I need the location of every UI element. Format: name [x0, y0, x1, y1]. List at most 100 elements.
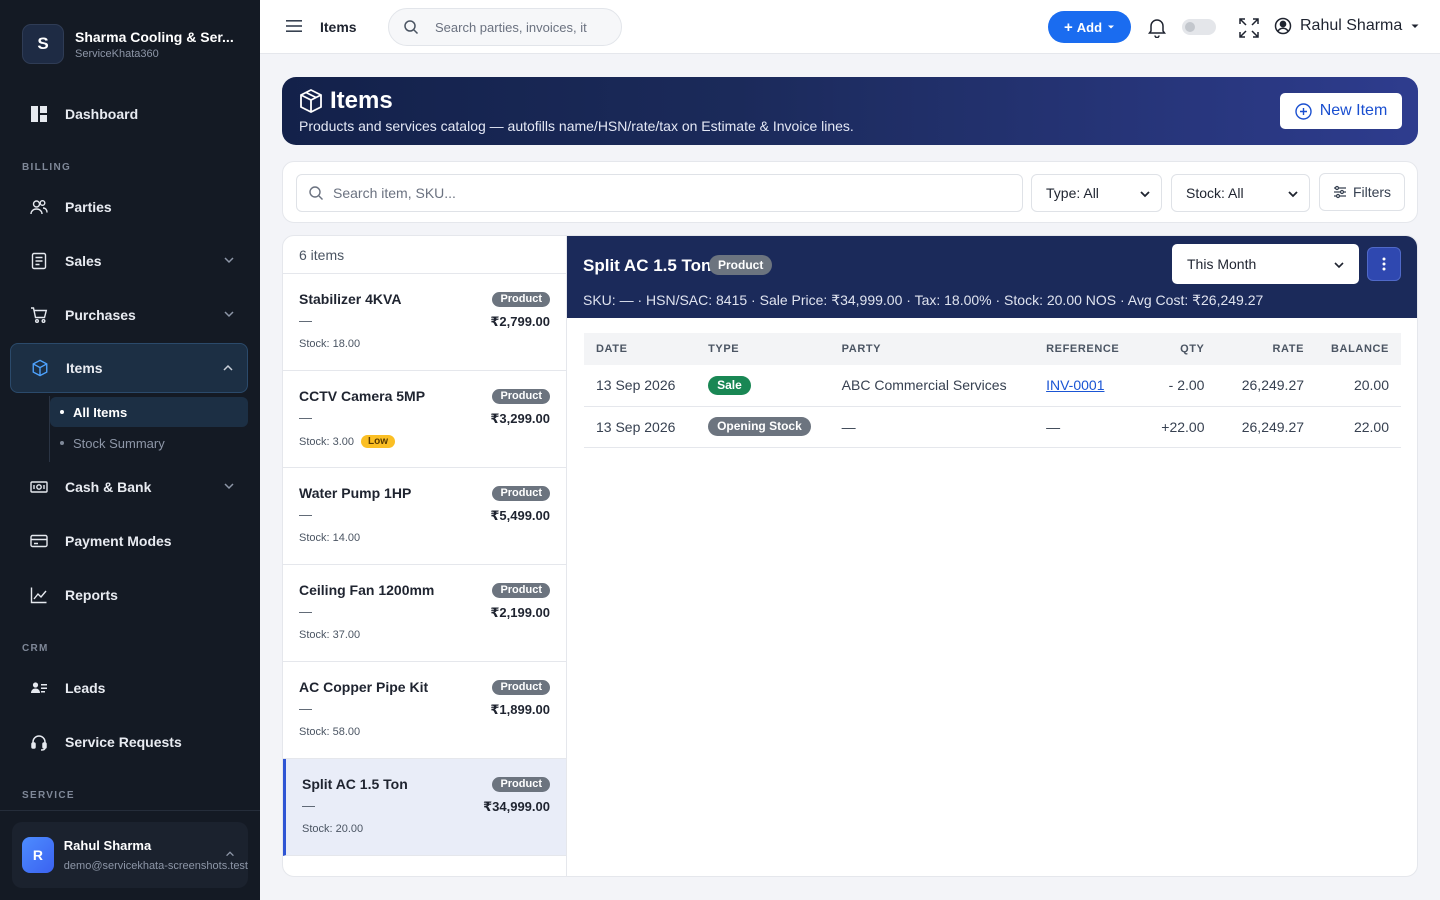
item-stock: Stock: 58.00: [299, 726, 360, 738]
cell-reference: INV-0001: [1034, 365, 1140, 407]
sidebar-item-label: Reports: [65, 587, 118, 603]
caret-down-icon: [1108, 25, 1115, 29]
item-stock: Stock: 3.00 Low: [299, 435, 396, 448]
period-select[interactable]: This Month: [1172, 244, 1359, 284]
stock-filter-select[interactable]: Stock: All: [1171, 174, 1310, 212]
add-button[interactable]: + Add: [1048, 11, 1131, 43]
item-stock-text: Stock: 58.00: [299, 726, 361, 738]
list-item[interactable]: Stabilizer 4KVA Product — ₹2,799.00 Stoc…: [283, 274, 566, 371]
item-stock-text: Stock: 18.00: [299, 338, 361, 350]
item-stock-text: Stock: 20.00: [302, 823, 364, 835]
sidebar-subitem-stock-summary[interactable]: Stock Summary: [50, 428, 248, 458]
fullscreen-icon[interactable]: [1238, 17, 1260, 39]
sidebar-item-reports[interactable]: Reports: [10, 572, 248, 618]
bell-icon[interactable]: [1147, 17, 1167, 38]
new-item-button[interactable]: New Item: [1280, 93, 1402, 129]
more-actions-button[interactable]: [1367, 247, 1401, 281]
item-detail-type-badge: Product: [709, 255, 773, 275]
item-type-badge: Product: [492, 292, 550, 307]
cell-qty: +22.00: [1139, 406, 1217, 448]
reference-link[interactable]: INV-0001: [1046, 377, 1104, 393]
period-select-value: This Month: [1187, 256, 1257, 272]
chevron-up-icon: [226, 851, 234, 857]
bullet-icon: [60, 441, 64, 445]
cell-date: 13 Sep 2026: [584, 406, 697, 448]
caret-down-icon: [1411, 24, 1419, 28]
low-stock-badge: Low: [361, 435, 396, 448]
item-count: 6 items: [283, 236, 566, 274]
user-circle-icon: [1274, 17, 1292, 35]
item-type-badge: Product: [492, 680, 550, 695]
cell-rate: 26,249.27: [1216, 365, 1317, 407]
list-item[interactable]: AC Copper Pipe Kit Product — ₹1,899.00 S…: [283, 662, 566, 759]
table-header-row: DATE TYPE PARTY REFERENCE QTY RATE BALAN…: [584, 333, 1401, 365]
column-header: RATE: [1216, 333, 1317, 365]
cart-icon: [30, 306, 48, 324]
chevron-down-icon: [224, 483, 234, 490]
sidebar-item-parties[interactable]: Parties: [10, 184, 248, 230]
plus-icon: +: [1063, 18, 1073, 36]
sidebar-item-leads[interactable]: Leads: [10, 665, 248, 711]
item-type-badge: Product: [492, 777, 550, 792]
page-title: Items: [320, 19, 357, 35]
list-item[interactable]: Water Pump 1HP Product — ₹5,499.00 Stock…: [283, 468, 566, 565]
avatar: R: [22, 837, 54, 873]
chevron-down-icon: [1288, 191, 1298, 198]
item-sku: —: [299, 410, 312, 425]
sidebar-item-label: Payment Modes: [65, 533, 172, 549]
sidebar-item-cash-bank[interactable]: Cash & Bank: [10, 464, 248, 510]
hamburger-menu-icon[interactable]: [286, 19, 302, 33]
chevron-down-icon: [1334, 262, 1344, 269]
cell-rate: 26,249.27: [1216, 406, 1317, 448]
section-label-billing: BILLING: [22, 162, 72, 173]
sidebar-item-payment-modes[interactable]: Payment Modes: [10, 518, 248, 564]
item-detail-header: Split AC 1.5 Ton Product SKU: — · HSN/SA…: [567, 236, 1417, 318]
sidebar-subitem-all-items[interactable]: All Items: [50, 397, 248, 427]
sidebar-item-dashboard[interactable]: Dashboard: [10, 91, 248, 137]
filters-button-label: Filters: [1352, 184, 1392, 200]
type-badge-opening-stock: Opening Stock: [708, 417, 811, 436]
type-filter-select[interactable]: Type: All: [1031, 174, 1162, 212]
sidebar-user-card[interactable]: R Rahul Sharma demo@servicekhata-screens…: [12, 822, 248, 888]
items-panel: 6 items Stabilizer 4KVA Product — ₹2,799…: [282, 235, 1418, 877]
page-header-banner: Items Products and services catalog — au…: [282, 77, 1418, 145]
item-sku: —: [299, 507, 312, 522]
section-label-crm: CRM: [22, 643, 49, 654]
global-search-input[interactable]: [435, 19, 605, 35]
sidebar-item-label: Service Requests: [65, 734, 182, 750]
subitem-label: Stock Summary: [73, 435, 165, 451]
topbar: Items + Add Rahul Sharma: [260, 0, 1440, 54]
item-sku: —: [299, 313, 312, 328]
headset-icon: [30, 733, 48, 751]
user-menu[interactable]: Rahul Sharma: [1274, 17, 1419, 35]
cell-qty: - 2.00: [1139, 365, 1217, 407]
sidebar-item-sales[interactable]: Sales: [10, 238, 248, 284]
item-detail-meta: SKU: — · HSN/SAC: 8415 · Sale Price: ₹34…: [583, 292, 1264, 308]
cell-party: ABC Commercial Services: [829, 365, 1035, 407]
brand[interactable]: S Sharma Cooling & Ser... ServiceKhata36…: [22, 24, 234, 64]
user-name: Rahul Sharma: [63, 838, 152, 853]
item-stock: Stock: 20.00: [302, 823, 363, 835]
sidebar: S Sharma Cooling & Ser... ServiceKhata36…: [0, 0, 260, 900]
sidebar-item-items[interactable]: Items: [10, 343, 248, 393]
item-search[interactable]: [296, 174, 1023, 212]
cell-type: Opening Stock: [696, 406, 830, 448]
banner-title: Items: [330, 87, 393, 114]
list-item-selected[interactable]: Split AC 1.5 Ton Product — ₹34,999.00 St…: [283, 759, 566, 856]
list-item[interactable]: CCTV Camera 5MP Product — ₹3,299.00 Stoc…: [283, 371, 566, 468]
item-stock: Stock: 14.00: [299, 532, 360, 544]
list-item[interactable]: Ceiling Fan 1200mm Product — ₹2,199.00 S…: [283, 565, 566, 662]
card-icon: [30, 532, 48, 550]
sidebar-item-label: Leads: [65, 680, 106, 696]
sidebar-item-purchases[interactable]: Purchases: [10, 292, 248, 338]
item-stock: Stock: 18.00: [299, 338, 360, 350]
theme-toggle[interactable]: [1182, 19, 1216, 35]
box-icon: [31, 359, 49, 377]
sidebar-divider: [0, 810, 260, 811]
item-search-input[interactable]: [333, 185, 1013, 201]
chevron-down-icon: [224, 257, 234, 264]
sliders-icon: [1333, 185, 1346, 199]
sidebar-item-service-requests[interactable]: Service Requests: [10, 719, 248, 765]
filters-button[interactable]: Filters: [1319, 173, 1405, 211]
global-search[interactable]: [388, 8, 622, 46]
